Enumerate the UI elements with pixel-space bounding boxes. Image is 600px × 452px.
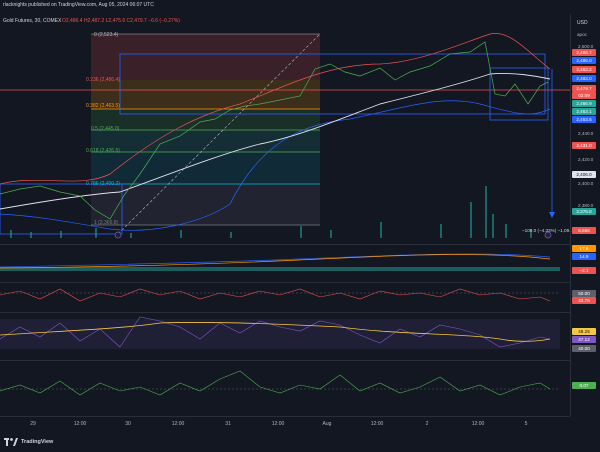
price-badge: 2,486.7 — [572, 49, 596, 56]
time-tick: 30 — [125, 421, 131, 427]
measure-label: −109.0 (−4.33%) −1,09... — [522, 228, 573, 233]
price-tick: 2,440.0 — [578, 131, 594, 136]
price-badge: 2,483.0 — [572, 75, 596, 82]
macd-badge: 14.9 — [572, 253, 596, 260]
time-tick: 12:00 — [73, 421, 87, 427]
macd-badge: 17.6 — [572, 245, 596, 252]
price-badge: 2,485.0 — [572, 57, 596, 64]
macd-badge: −2.1 — [572, 267, 596, 274]
price-badge: 2,453.5 — [572, 116, 596, 123]
time-tick: 2 — [425, 421, 429, 427]
brand-name: TradingView — [21, 439, 54, 445]
stoch-badge: 40.00 — [572, 345, 596, 352]
price-tick: 2,400.0 — [578, 181, 594, 186]
oscillator-badge: 0.07 — [572, 382, 596, 389]
countdown-badge: 02:09 — [572, 92, 596, 99]
stoch-badge: 48.25 — [572, 328, 596, 335]
time-tick: 5 — [524, 421, 528, 427]
price-badge: 2,431.0 — [572, 142, 596, 149]
fib-label: 0.5 (2,445.0) — [91, 126, 120, 132]
time-tick: 12:00 — [171, 421, 185, 427]
oscillator-pane[interactable] — [0, 361, 570, 415]
fib-label: 0.618 (2,426.5) — [86, 148, 120, 154]
price-chart[interactable] — [0, 24, 570, 242]
time-tick: Aug — [322, 421, 332, 427]
price-tick: 2,420.0 — [578, 157, 594, 162]
price-badge: 2,376.8 — [572, 208, 596, 215]
publisher-line: rlacknights published on TradingView.com… — [3, 2, 154, 8]
price-badge: 2,466.9 — [572, 100, 596, 107]
time-tick: 31 — [225, 421, 231, 427]
footer: TradingView — [0, 434, 600, 452]
stoch-badge: 47.12 — [572, 336, 596, 343]
price-badge: 2,482.2 — [572, 66, 596, 73]
time-tick: 12:00 — [471, 421, 485, 427]
price-badge: 2,406.0 — [572, 171, 596, 178]
fib-label: 0 (2,523.4) — [94, 32, 119, 38]
scale-mode-label[interactable]: apoc — [577, 32, 587, 37]
rsi-pane[interactable] — [0, 283, 570, 311]
rsi-badge: 33.78 — [572, 297, 596, 304]
stoch-pane[interactable] — [0, 313, 570, 359]
time-tick: 12:00 — [271, 421, 285, 427]
currency-label[interactable]: USD — [577, 20, 588, 26]
price-badge: 2,479.7 — [572, 85, 596, 92]
volume-badge: 8,696 — [572, 227, 596, 234]
fib-label: 0.236 (2,486.4) — [86, 77, 120, 83]
macd-pane[interactable] — [0, 245, 570, 281]
fib-retracement-zones — [0, 33, 570, 235]
tradingview-logo-icon — [4, 438, 18, 446]
fib-label: 1 (2,366.8) — [94, 220, 119, 226]
fib-label: 0.786 (2,400.2) — [86, 181, 120, 187]
rsi-badge: 50.00 — [572, 290, 596, 297]
price-badge: 2,463.1 — [572, 108, 596, 115]
time-tick: 29 — [30, 421, 36, 427]
time-tick: 12:00 — [370, 421, 384, 427]
fib-label: 0.382 (2,463.5) — [86, 103, 120, 109]
